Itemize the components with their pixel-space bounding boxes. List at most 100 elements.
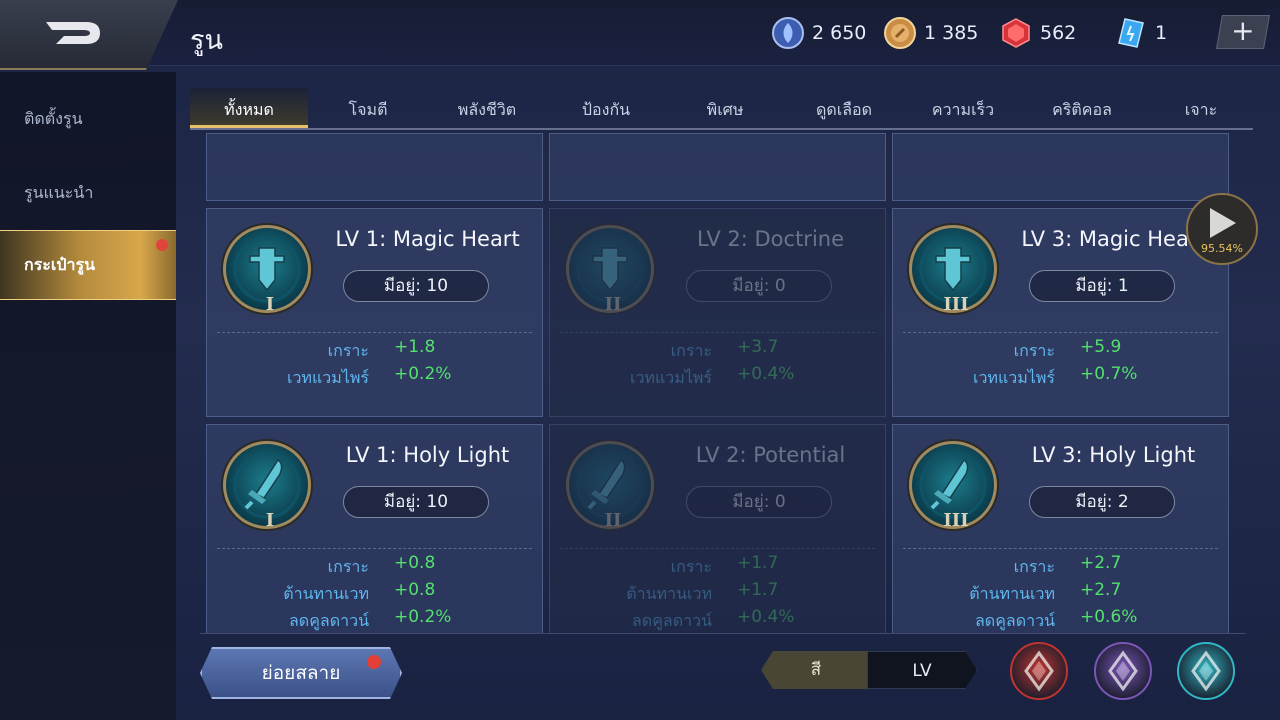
rune-stat-row: เวทแวมไพร์ +0.7% (893, 362, 1230, 389)
tab-all[interactable]: ทั้งหมด (190, 88, 308, 128)
blue-coin-amount: 2 650 (812, 22, 867, 44)
tab-attack[interactable]: โจมตี (309, 88, 427, 128)
stat-name: ต้านทานเวท (969, 584, 1055, 603)
rune-stat-row: ต้านทานเวท +1.7 (550, 578, 887, 605)
rune-card[interactable]: III LV 3: Magic Heart มีอยู่: 1 เกราะ +5.9 เว… (892, 208, 1229, 417)
sword-emblem-icon: II (566, 225, 654, 315)
plus-icon: + (1231, 14, 1255, 47)
sword-emblem-icon: III (909, 225, 997, 315)
rune-card-partial[interactable] (549, 133, 886, 201)
notification-dot (156, 239, 168, 251)
tab-speed[interactable]: ความเร็ว (904, 88, 1022, 128)
progress-percent: 95.54% (1201, 242, 1243, 255)
blade-emblem-icon: II (566, 441, 654, 531)
tab-defense[interactable]: ป้องกัน (547, 88, 665, 128)
stat-name: ลดคูลดาวน์ (632, 611, 712, 630)
red-gem-amount: 562 (1040, 22, 1077, 44)
rune-card[interactable]: I LV 1: Magic Heart มีอยู่: 10 เกราะ +1.8 เวท… (206, 208, 543, 417)
blade-emblem-icon: III (909, 441, 997, 531)
rune-title: LV 2: Doctrine (696, 227, 845, 251)
blue-card-amount: 1 (1155, 22, 1168, 44)
rune-tier-numeral: II (604, 510, 622, 531)
stat-name: เกราะ (670, 557, 712, 576)
stat-value: +0.2% (394, 364, 452, 384)
tab-special[interactable]: พิเศษ (666, 88, 784, 128)
stat-value: +0.2% (394, 607, 452, 627)
rune-stat-row: ลดคูลดาวน์ +0.6% (893, 605, 1230, 632)
currency-blue-coin: 2 650 (772, 16, 866, 50)
tab-penetration[interactable]: เจาะ (1142, 88, 1260, 128)
rune-tier-numeral: I (265, 510, 275, 531)
stat-value: +0.8 (394, 553, 436, 573)
rune-tier-numeral: III (943, 510, 969, 531)
page-title: รูน (190, 25, 223, 56)
rune-stat-row: เกราะ +3.7 (550, 335, 887, 362)
rune-stat-row: เกราะ +1.7 (550, 551, 887, 578)
tab-lifesteal[interactable]: ดูดเลือด (785, 88, 903, 128)
sidebar-item-recommended-runes[interactable]: รูนแนะนำ (0, 158, 176, 228)
stat-name: เกราะ (670, 341, 712, 360)
rune-owned-count: มีอยู่: 0 (686, 486, 832, 518)
rune-card-partial[interactable] (206, 133, 543, 201)
divider (560, 332, 875, 333)
rune-stat-row: เวทแวมไพร์ +0.2% (207, 362, 544, 389)
rune-owned-count: มีอยู่: 10 (343, 270, 489, 302)
sidebar-item-rune-bag[interactable]: กระเป๋ารูน (0, 230, 176, 300)
blade-emblem-icon: I (223, 441, 311, 531)
tab-hp[interactable]: พลังชีวิต (428, 88, 546, 128)
stat-value: +3.7 (737, 337, 779, 357)
purple-rune-filter-icon[interactable] (1094, 642, 1152, 700)
stat-value: +0.4% (737, 607, 795, 627)
next-page-button[interactable]: 95.54% (1186, 193, 1258, 265)
divider (560, 548, 875, 549)
rune-owned-count: มีอยู่: 10 (343, 486, 489, 518)
rune-stats: เกราะ +5.9 เวทแวมไพร์ +0.7% (893, 335, 1230, 389)
sidebar-item-label: รูนแนะนำ (24, 182, 94, 202)
rune-card[interactable]: III LV 3: Holy Light มีอยู่: 2 เกราะ +2.7 ต้า… (892, 424, 1229, 633)
rune-stats: เกราะ +1.8 เวทแวมไพร์ +0.2% (207, 335, 544, 389)
rune-card-partial[interactable] (892, 133, 1229, 201)
rune-grid[interactable]: I LV 1: Magic Heart มีอยู่: 10 เกราะ +1.8 เวท… (200, 133, 1245, 633)
teal-rune-filter-icon[interactable] (1177, 642, 1235, 700)
blue-card-icon (1118, 18, 1144, 48)
rune-card[interactable]: II LV 2: Potential มีอยู่: 0 เกราะ +1.7 ต้านท… (549, 424, 886, 633)
rune-card[interactable]: II LV 2: Doctrine มีอยู่: 0 เกราะ +3.7 เวทแวม… (549, 208, 886, 417)
rune-title: LV 1: Magic Heart (335, 227, 520, 251)
stat-name: ต้านทานเวท (626, 584, 712, 603)
category-tabs: ทั้งหมด โจมตี พลังชีวิต ป้องกัน พิเศษ ดู… (190, 88, 1253, 130)
stat-value: +0.6% (1080, 607, 1138, 627)
divider (217, 332, 532, 333)
red-rune-filter-icon[interactable] (1010, 642, 1068, 700)
add-currency-button[interactable]: + (1216, 14, 1270, 49)
rune-card[interactable]: I LV 1: Holy Light มีอยู่: 10 เกราะ +0.8 ต้าน… (206, 424, 543, 633)
stat-value: +5.9 (1080, 337, 1122, 357)
sidebar-item-install-runes[interactable]: ติดตั้งรูน (0, 84, 176, 154)
sort-by-level-button[interactable]: LV (867, 651, 977, 689)
sort-by-color-button[interactable]: สี (761, 651, 871, 689)
stat-value: +2.7 (1080, 553, 1122, 573)
rune-stat-row: เกราะ +5.9 (893, 335, 1230, 362)
sidebar: ติดตั้งรูน รูนแนะนำ กระเป๋ารูน (0, 72, 176, 720)
tab-critical[interactable]: คริติคอล (1023, 88, 1141, 128)
red-gem-icon (1002, 18, 1030, 48)
stat-name: เกราะ (1013, 557, 1055, 576)
rune-title: LV 2: Potential (695, 443, 846, 467)
stat-name: เวทแวมไพร์ (286, 368, 369, 387)
divider (200, 633, 1246, 634)
sword-emblem-icon: I (223, 225, 311, 315)
stat-value: +1.7 (737, 553, 779, 573)
sort-toggle: สี LV (761, 651, 977, 689)
rune-stat-row: เวทแวมไพร์ +0.4% (550, 362, 887, 389)
rune-stat-row: เกราะ +1.8 (207, 335, 544, 362)
divider (903, 332, 1218, 333)
rune-stat-row: ลดคูลดาวน์ +0.4% (550, 605, 887, 632)
rune-tier-numeral: III (943, 294, 969, 315)
rune-tier-numeral: I (265, 294, 275, 315)
back-button[interactable] (0, 0, 178, 70)
notification-dot (367, 655, 381, 669)
rune-stats: เกราะ +3.7 เวทแวมไพร์ +0.4% (550, 335, 887, 389)
rune-title: LV 3: Holy Light (1031, 443, 1196, 467)
stat-value: +1.7 (737, 580, 779, 600)
currency-red-gem: 562 (1000, 16, 1076, 50)
blue-coin-icon (772, 17, 804, 49)
